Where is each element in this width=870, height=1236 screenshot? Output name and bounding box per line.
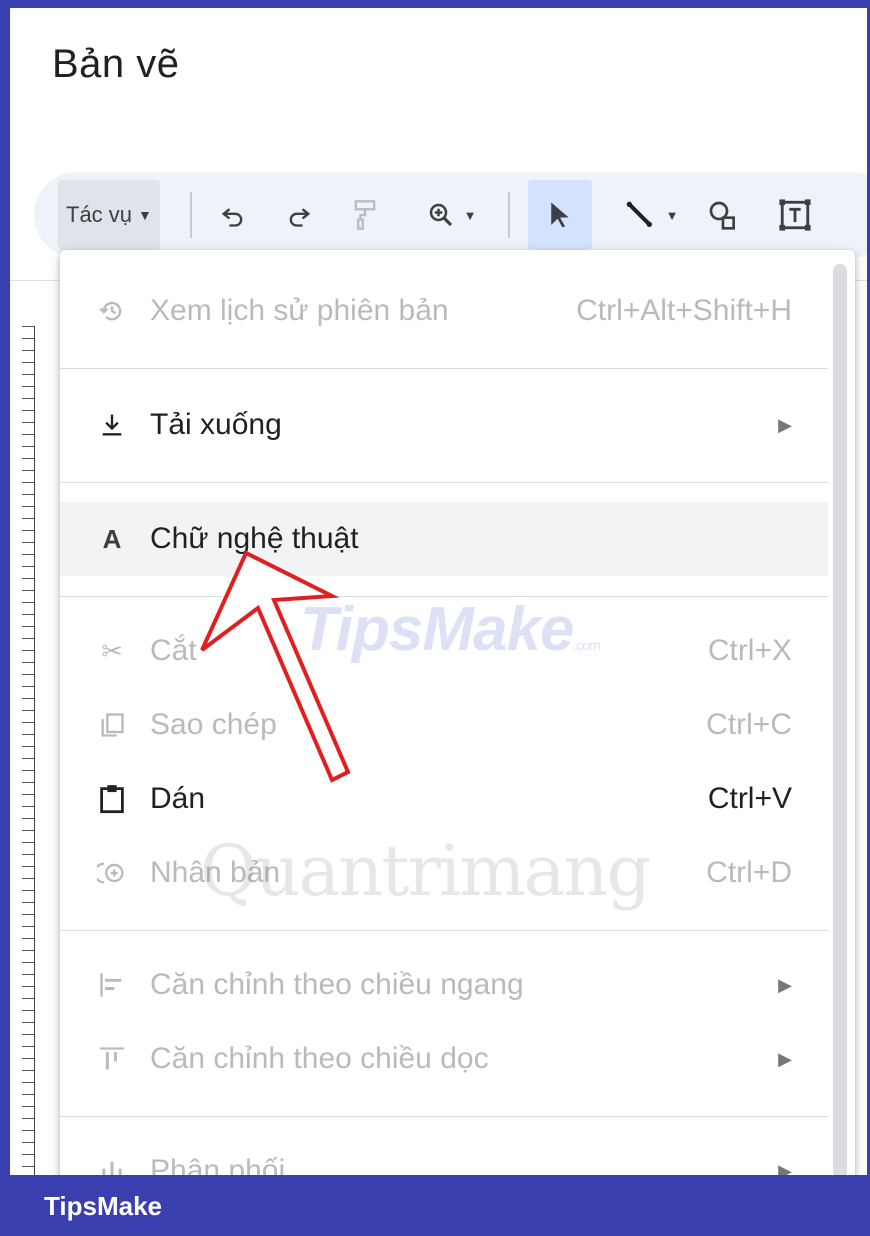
app-window: Bản vẽ Tác vụ ▼ ▼ ▼ Xem lịch sử phiên bả…	[10, 8, 867, 1175]
footer-banner: TipsMake	[0, 1175, 870, 1236]
annotation-arrow	[200, 550, 351, 783]
footer-brand: TipsMake	[44, 1191, 163, 1221]
